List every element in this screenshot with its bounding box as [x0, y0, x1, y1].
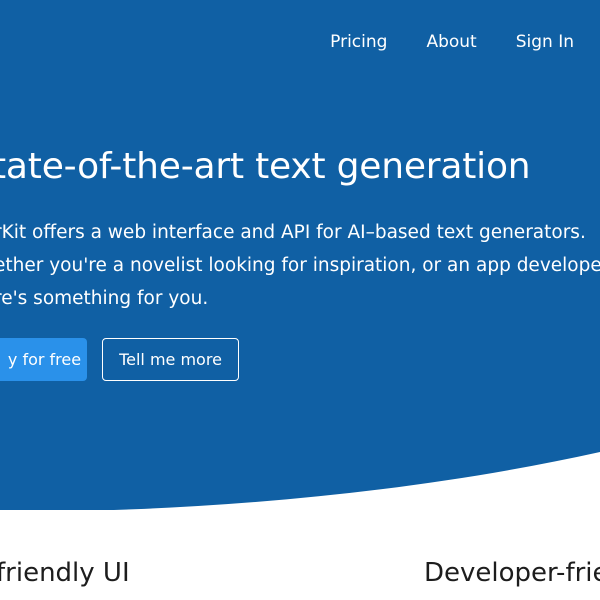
hero-intro: rKit offers a web interface and API for … — [0, 216, 600, 315]
try-for-free-button[interactable]: y for free — [0, 338, 87, 381]
tell-me-more-label: Tell me more — [119, 350, 222, 369]
hero-headline: tate-of-the-art text generation — [0, 146, 531, 187]
try-for-free-label: y for free — [7, 350, 82, 369]
feature-title-developer-friendly: Developer-frie — [424, 558, 600, 588]
nav-link-about[interactable]: About — [426, 32, 476, 52]
hero-section: Pricing About Sign In tate-of-the-art te… — [0, 0, 600, 520]
nav-link-pricing[interactable]: Pricing — [330, 32, 387, 52]
feature-title-friendly-ui: friendly UI — [0, 558, 130, 588]
page: Pricing About Sign In tate-of-the-art te… — [0, 0, 600, 600]
hero-wave-divider — [0, 452, 600, 520]
hero-intro-line: re's something for you. — [0, 288, 209, 309]
hero-intro-line: rKit offers a web interface and API for … — [0, 222, 586, 243]
hero-intro-line: ether you're a novelist looking for insp… — [0, 255, 600, 276]
top-nav: Pricing About Sign In — [291, 32, 574, 52]
tell-me-more-button[interactable]: Tell me more — [102, 338, 239, 381]
nav-link-sign-in[interactable]: Sign In — [516, 32, 574, 52]
